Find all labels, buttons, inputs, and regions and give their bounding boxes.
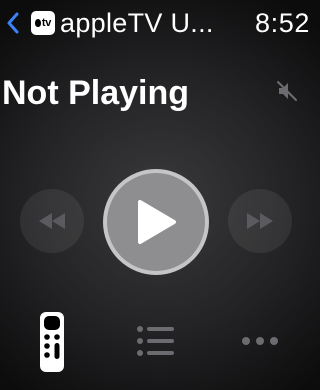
list-tab[interactable] bbox=[136, 324, 176, 358]
rewind-button[interactable] bbox=[20, 189, 84, 253]
remote-icon bbox=[40, 312, 64, 372]
remote-tab[interactable] bbox=[38, 310, 66, 374]
chevron-left-icon[interactable] bbox=[6, 12, 20, 34]
play-button[interactable] bbox=[103, 169, 209, 275]
apple-tv-app-icon: tv bbox=[31, 11, 55, 35]
more-icon bbox=[242, 337, 278, 345]
apple-logo-icon bbox=[34, 19, 41, 27]
status-bar: tv appleTV U... 8:52 bbox=[0, 0, 312, 46]
app-badge-label: tv bbox=[41, 17, 52, 29]
fast-forward-button[interactable] bbox=[228, 189, 292, 253]
list-icon bbox=[137, 326, 174, 356]
app-title: appleTV U... bbox=[60, 8, 214, 38]
rewind-icon bbox=[39, 213, 65, 229]
fast-forward-icon bbox=[247, 213, 273, 229]
more-tab[interactable] bbox=[240, 328, 280, 354]
clock: 8:52 bbox=[255, 8, 310, 38]
now-playing-status: Not Playing bbox=[2, 74, 190, 112]
play-icon bbox=[138, 200, 176, 244]
speaker-muted-icon[interactable] bbox=[276, 79, 300, 103]
